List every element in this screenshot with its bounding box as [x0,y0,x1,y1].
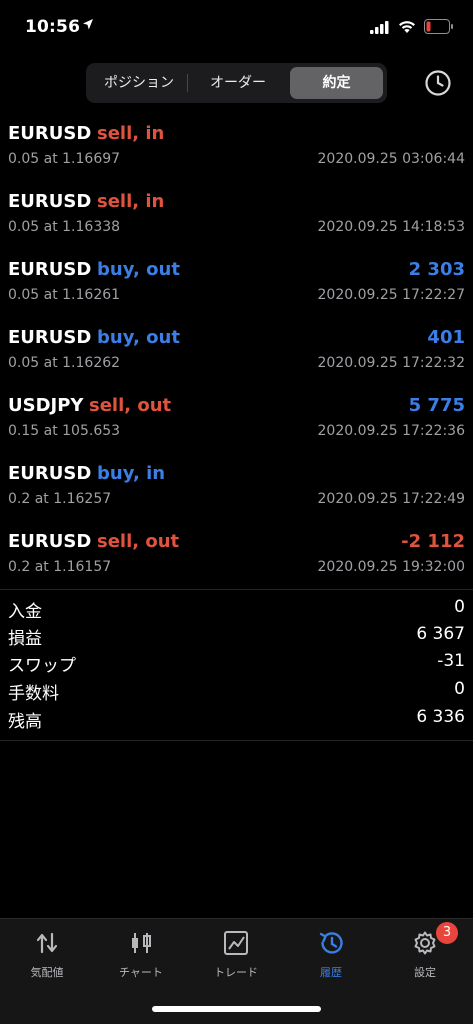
cellular-signal-icon [370,21,389,34]
tab-trade[interactable]: トレード [189,919,283,991]
deal-row[interactable]: EURUSD sell, in 0.05 at 1.16338 2020.09.… [0,182,473,250]
summary-label: スワップ [8,656,76,676]
deal-symbol: EURUSD [8,191,92,212]
tab-label: チャート [119,966,163,979]
period-clock-icon[interactable] [424,69,452,97]
summary-row-deposit: 入金 0 [0,596,473,623]
deal-action: buy, out [97,327,180,348]
tab-deals[interactable]: 約定 [290,67,383,99]
deal-symbol: EURUSD [8,259,92,280]
summary-divider [0,589,473,590]
status-time: 10:56 [25,17,81,37]
deal-symbol: USDJPY [8,395,84,416]
deal-row[interactable]: EURUSD buy, in 0.2 at 1.16257 2020.09.25… [0,454,473,522]
candlestick-chart-icon [132,933,151,953]
summary-label: 損益 [8,629,42,649]
summary-label: 残高 [8,712,42,732]
deal-time: 2020.09.25 03:06:44 [317,151,466,167]
tab-settings[interactable]: 設定 [378,919,472,991]
summary-row-profit: 損益 6 367 [0,623,473,650]
summary-row-balance: 残高 6 336 [0,706,473,733]
trade-chart-icon [224,931,248,955]
deal-action: sell, out [89,395,172,416]
deal-time: 2020.09.25 17:22:32 [317,355,466,371]
deal-volume-price: 0.2 at 1.16157 [8,559,112,575]
location-arrow-icon [83,19,93,30]
summary-label: 手数料 [8,684,59,704]
tab-orders[interactable]: オーダー [190,67,286,99]
tab-label: 気配値 [30,966,64,979]
tab-label: 履歴 [320,966,342,979]
deal-volume-price: 0.05 at 1.16697 [8,151,121,167]
deal-symbol: EURUSD [8,463,92,484]
deal-profit: -2 112 [401,531,465,552]
deal-row[interactable]: EURUSD buy, out 401 0.05 at 1.16262 2020… [0,318,473,386]
deal-profit: 401 [427,327,465,348]
deal-row[interactable]: EURUSD sell, out -2 112 0.2 at 1.16157 2… [0,522,473,590]
deal-time: 2020.09.25 14:18:53 [317,219,466,235]
tab-history[interactable]: 履歴 [284,919,378,991]
history-segmented-control: ポジション オーダー 約定 [86,63,387,103]
deal-symbol: EURUSD [8,531,92,552]
summary-value: 6 367 [416,624,465,644]
segment-divider [187,74,188,92]
deal-volume-price: 0.05 at 1.16338 [8,219,121,235]
deal-volume-price: 0.2 at 1.16257 [8,491,112,507]
deal-time: 2020.09.25 17:22:36 [317,423,466,439]
deal-profit: 5 775 [408,395,465,416]
deal-volume-price: 0.05 at 1.16261 [8,287,121,303]
summary-bottom-divider [0,740,473,741]
summary-row-swap: スワップ -31 [0,650,473,677]
summary-value: 0 [454,679,465,699]
deal-action: buy, out [97,259,180,280]
settings-gear-icon [414,931,436,955]
deal-symbol: EURUSD [8,123,92,144]
deal-symbol: EURUSD [8,327,92,348]
summary-row-commission: 手数料 0 [0,678,473,705]
tab-quotes[interactable]: 気配値 [0,919,94,991]
battery-low-icon [424,19,453,34]
deal-profit: 2 303 [408,259,465,280]
deal-time: 2020.09.25 17:22:27 [317,287,466,303]
deal-row[interactable]: EURUSD buy, out 2 303 0.05 at 1.16261 20… [0,250,473,318]
deal-row[interactable]: USDJPY sell, out 5 775 0.15 at 105.653 2… [0,386,473,454]
summary-value: -31 [437,651,465,671]
history-clock-icon [319,932,343,954]
deal-action: buy, in [97,463,166,484]
settings-notification-badge: 3 [436,922,458,944]
wifi-icon [399,21,415,33]
summary-value: 6 336 [416,707,465,727]
tab-chart[interactable]: チャート [94,919,188,991]
summary-label: 入金 [8,602,42,622]
summary-value: 0 [454,597,465,617]
deal-volume-price: 0.15 at 105.653 [8,423,121,439]
deal-action: sell, in [97,123,165,144]
deal-volume-price: 0.05 at 1.16262 [8,355,121,371]
deal-time: 2020.09.25 19:32:00 [317,559,466,575]
deal-row[interactable]: EURUSD sell, in 0.05 at 1.16697 2020.09.… [0,114,473,182]
tab-label: 設定 [414,966,436,979]
tab-positions[interactable]: ポジション [90,67,188,99]
tab-label: トレード [214,966,258,979]
status-bar: 10:56 [0,0,473,58]
deal-action: sell, in [97,191,165,212]
deal-action: sell, out [97,531,180,552]
quotes-arrows-icon [36,932,58,954]
home-indicator[interactable] [152,1006,321,1012]
deal-time: 2020.09.25 17:22:49 [317,491,466,507]
